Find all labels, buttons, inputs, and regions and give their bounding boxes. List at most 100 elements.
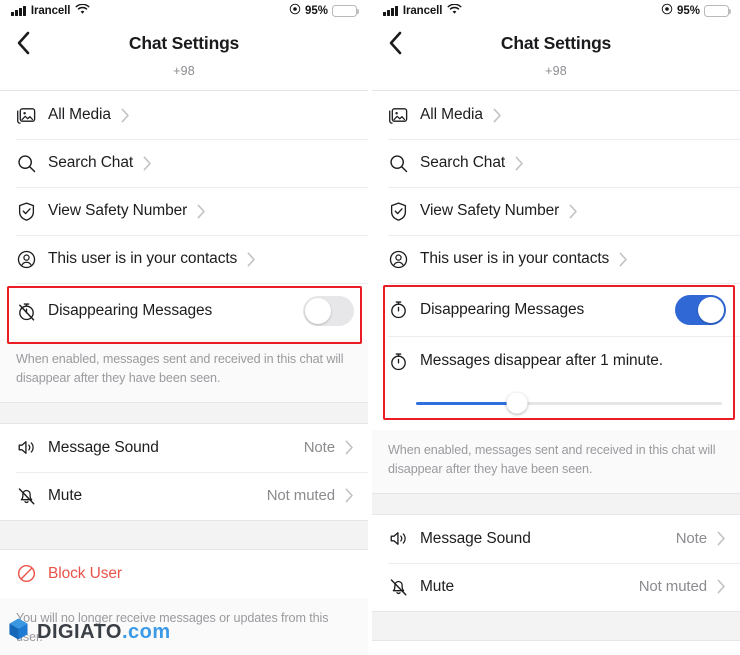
menu-label: Message Sound [420, 529, 531, 547]
photos-icon [16, 105, 44, 126]
back-chevron-icon[interactable] [382, 30, 408, 56]
menu-row-mute[interactable]: Mute Not muted [372, 562, 740, 611]
menu-label: All Media [48, 106, 111, 123]
menu-row-contact-status[interactable]: This user is in your contacts [372, 235, 740, 283]
menu-row-view-safety-number[interactable]: View Safety Number [0, 187, 368, 235]
menu-label: Message Sound [48, 438, 159, 456]
menu-value: Note [675, 530, 707, 548]
menu-label: Mute [48, 486, 83, 504]
menu-row-all-media[interactable]: All Media [0, 91, 368, 139]
menu-label: Mute [420, 577, 455, 595]
photos-icon [388, 105, 416, 126]
menu-row-contact-status[interactable]: This user is in your contacts [0, 235, 368, 283]
digiato-cube-logo [6, 617, 31, 647]
timer-icon [388, 299, 416, 320]
watermark-domain: .com [121, 620, 171, 643]
menu-row-message-sound[interactable]: Message Sound Note [372, 514, 740, 563]
person-circle-icon [388, 249, 416, 270]
wifi-icon [447, 2, 462, 20]
disappearing-messages-label: Disappearing Messages [48, 302, 213, 319]
slider-fill [416, 401, 517, 405]
signal-bars-icon [11, 6, 26, 16]
watermark-name: DIGIATO [37, 620, 122, 643]
menu-row-search-chat[interactable]: Search Chat [372, 139, 740, 187]
chevron-right-icon [569, 204, 578, 219]
battery-percent-label: 95% [676, 5, 700, 17]
chevron-right-icon [493, 108, 502, 123]
signal-bars-icon [383, 6, 398, 16]
disappearing-messages-toggle[interactable] [303, 296, 354, 326]
block-user-label: Block User [48, 564, 122, 582]
menu-label: This user is in your contacts [48, 250, 238, 267]
search-icon [388, 153, 416, 174]
menu-row-mute[interactable]: Mute Not muted [0, 471, 368, 520]
block-user-row[interactable]: Block User [372, 640, 740, 655]
chevron-right-icon [345, 440, 354, 455]
menu-row-search-chat[interactable]: Search Chat [0, 139, 368, 187]
chevron-right-icon [345, 488, 354, 503]
nav-bar-right: Chat Settings [372, 22, 740, 64]
disappearing-messages-note: When enabled, messages sent and received… [372, 430, 740, 493]
slider-thumb[interactable] [506, 392, 528, 414]
chevron-right-icon [121, 108, 130, 123]
timer-duration-row[interactable]: Messages disappear after 1 minute. [372, 336, 740, 386]
wifi-icon [75, 2, 90, 20]
menu-value: Note [303, 439, 335, 457]
chevron-right-icon [717, 531, 726, 546]
disappearing-messages-row[interactable]: Disappearing Messages [372, 283, 740, 336]
chevron-right-icon [247, 252, 256, 267]
timer-duration-slider-row[interactable] [372, 386, 740, 420]
menu-label: Search Chat [420, 154, 506, 171]
carrier-label: Irancell [402, 5, 443, 17]
timer-duration-slider[interactable] [416, 392, 722, 414]
menu-row-message-sound[interactable]: Message Sound Note [0, 423, 368, 472]
menu-row-view-safety-number[interactable]: View Safety Number [372, 187, 740, 235]
status-bar-right-group: 95% [661, 2, 732, 20]
speaker-icon [388, 528, 416, 549]
search-icon [16, 153, 44, 174]
status-bar-right: Irancell 95% [372, 0, 740, 22]
speaker-icon [16, 437, 44, 458]
phone-number-subtitle: +98 [545, 64, 567, 78]
screen-lock-rotation-icon [661, 2, 673, 20]
section-gap [0, 401, 368, 424]
page-title: Chat Settings [128, 32, 240, 53]
menu-row-all-media[interactable]: All Media [372, 91, 740, 139]
carrier-label: Irancell [30, 5, 71, 17]
screenshot-stage: Irancell 95% Chat Settings +98 All Media… [0, 0, 740, 655]
battery-icon [704, 5, 732, 17]
disappearing-messages-row[interactable]: Disappearing Messages [0, 283, 368, 339]
bell-slash-icon [16, 485, 44, 506]
menu-value: Not muted [266, 487, 335, 505]
menu-label: Search Chat [48, 154, 134, 171]
watermark-text: DIGIATO.com [37, 621, 171, 644]
status-bar-left-group: Irancell [383, 2, 462, 20]
slider-bottom-spacer [372, 420, 740, 430]
person-circle-icon [16, 249, 44, 270]
timer-icon [388, 351, 416, 372]
disappearing-messages-note: When enabled, messages sent and received… [0, 339, 368, 402]
block-circle-icon [16, 563, 44, 584]
screen-lock-rotation-icon [289, 2, 301, 20]
status-bar-left: Irancell 95% [0, 0, 368, 22]
menu-label: View Safety Number [48, 202, 188, 219]
phone-screen-right: Irancell 95% Chat Settings +98 All Media… [372, 0, 740, 655]
timer-off-icon [16, 301, 44, 322]
menu-value: Not muted [638, 578, 707, 596]
section-gap [0, 519, 368, 550]
back-chevron-icon[interactable] [10, 30, 36, 56]
status-bar-right-group: 95% [289, 2, 360, 20]
chevron-right-icon [197, 204, 206, 219]
disappearing-messages-label: Disappearing Messages [420, 300, 585, 318]
menu-label: This user is in your contacts [420, 250, 610, 267]
menu-label: View Safety Number [420, 202, 560, 219]
battery-icon [332, 5, 360, 17]
phone-number-subtitle: +98 [173, 64, 195, 78]
page-title: Chat Settings [500, 32, 612, 53]
battery-percent-label: 95% [304, 5, 328, 17]
timer-duration-label: Messages disappear after 1 minute. [420, 352, 664, 369]
block-user-row[interactable]: Block User [0, 549, 368, 598]
disappearing-messages-toggle[interactable] [675, 294, 726, 325]
status-bar-left-group: Irancell [11, 2, 90, 20]
phone-screen-left: Irancell 95% Chat Settings +98 All Media… [0, 0, 368, 655]
